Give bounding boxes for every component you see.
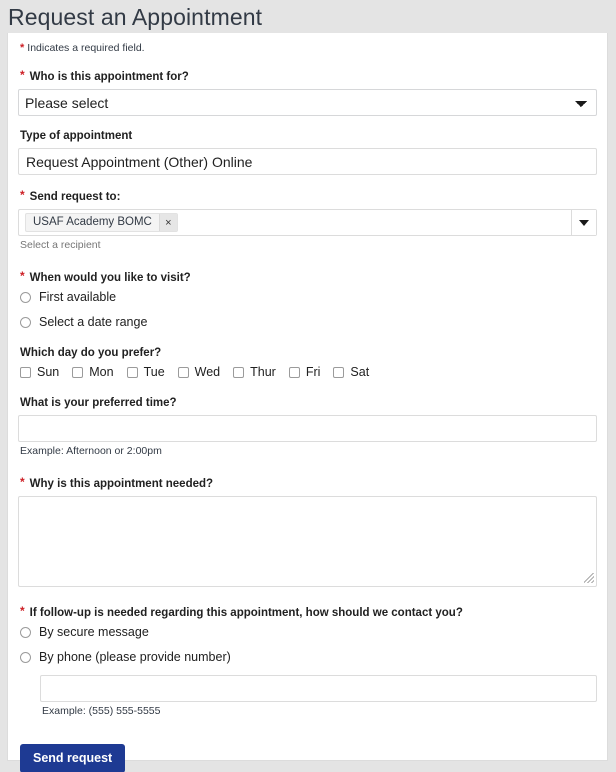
label-text: If follow-up is needed regarding this ap… [29,607,463,619]
checkbox-label[interactable]: Sat [350,365,369,379]
radio-icon[interactable] [20,316,31,328]
checkbox-icon[interactable] [233,366,245,378]
send-request-to-dropdown-toggle[interactable] [571,210,596,235]
label-text: What is your preferred time? [20,397,177,409]
checkbox-fri[interactable]: Fri [288,365,321,379]
field-when-would-you-visit: * When would you like to visit? First ava… [18,269,597,329]
required-asterisk-icon: * [20,188,25,202]
radio-icon[interactable] [20,626,31,638]
send-request-button[interactable]: Send request [20,744,126,772]
radio-icon[interactable] [20,651,31,663]
field-preferred-time: What is your preferred time? Example: Af… [18,396,597,458]
label-type-of-appointment: Type of appointment [20,129,597,143]
radio-label[interactable]: First available [39,290,116,304]
required-field-note-text: Indicates a required field. [27,42,145,54]
page-title: Request an Appointment [8,4,263,30]
checkbox-label[interactable]: Sun [37,365,59,379]
recipient-chip: USAF Academy BOMC × [25,213,178,232]
label-preferred-day: Which day do you prefer? [20,346,597,360]
checkbox-tue[interactable]: Tue [126,365,165,379]
preferred-time-helper-text: Example: Afternoon or 2:00pm [20,445,162,457]
required-asterisk-icon: * [20,42,25,54]
type-of-appointment-input [18,148,597,175]
radio-label[interactable]: By phone (please provide number) [39,650,231,664]
field-type-of-appointment: Type of appointment [18,129,597,175]
checkbox-sun[interactable]: Sun [20,365,59,379]
checkbox-label[interactable]: Tue [144,365,165,379]
label-follow-up-contact: * If follow-up is needed regarding this a… [20,604,597,620]
form-body: * Indicates a required field. * Who is thi… [8,33,607,772]
appointment-reason-textarea-wrap [18,496,597,587]
phone-number-group: Example: (555) 555-5555 [40,675,597,718]
radio-icon[interactable] [20,291,31,303]
caret-down-icon [579,219,589,226]
checkbox-icon[interactable] [177,366,189,378]
checkbox-icon[interactable] [288,366,300,378]
checkbox-icon[interactable] [20,366,31,378]
radio-by-phone[interactable]: By phone (please provide number) [20,650,597,664]
label-appointment-reason: * Why is this appointment needed? [20,475,597,491]
required-asterisk-icon: * [20,269,25,283]
send-request-to-multiselect[interactable]: USAF Academy BOMC × [18,209,597,236]
label-when-would-you-visit: * When would you like to visit? [20,269,597,285]
radio-label[interactable]: Select a date range [39,315,147,329]
field-who-is-appointment-for: * Who is this appointment for? Please sel… [18,68,597,116]
phone-number-input[interactable] [40,675,597,702]
request-form-card: * Indicates a required field. * Who is thi… [7,33,608,772]
checkbox-label[interactable]: Mon [89,365,113,379]
recipient-chip-label: USAF Academy BOMC [33,216,152,228]
checkbox-label[interactable]: Fri [306,365,321,379]
label-text: Why is this appointment needed? [29,478,214,490]
field-follow-up-contact: * If follow-up is needed regarding this a… [18,604,597,718]
required-asterisk-icon: * [20,475,25,489]
checkbox-label[interactable]: Thur [250,365,276,379]
required-asterisk-icon: * [20,604,25,618]
radio-first-available[interactable]: First available [20,290,597,304]
checkbox-icon[interactable] [72,366,84,378]
who-is-appointment-for-select[interactable]: Please select [18,89,597,116]
label-text: Send request to: [29,191,121,203]
label-preferred-time: What is your preferred time? [20,396,597,410]
label-who-is-appointment-for: * Who is this appointment for? [20,68,597,84]
radio-by-secure-message[interactable]: By secure message [20,625,597,639]
preferred-day-checkbox-group: Sun Mon Tue Wed Thur Fri Sat [20,365,597,379]
remove-recipient-icon[interactable]: × [158,214,177,231]
appointment-reason-textarea[interactable] [18,496,597,587]
checkbox-wed[interactable]: Wed [177,365,220,379]
label-text: When would you like to visit? [29,272,191,284]
checkbox-icon[interactable] [333,366,345,378]
label-text: Which day do you prefer? [20,347,162,359]
appointment-request-page: Request an Appointment * Indicates a requ… [0,0,616,772]
send-request-to-helper-text: Select a recipient [20,239,101,251]
field-preferred-day: Which day do you prefer? Sun Mon Tue Wed… [18,346,597,379]
field-send-request-to: * Send request to: USAF Academy BOMC × Se… [18,188,597,252]
checkbox-mon[interactable]: Mon [72,365,114,379]
label-text: Who is this appointment for? [29,71,189,83]
required-field-note: * Indicates a required field. [20,42,597,54]
checkbox-thur[interactable]: Thur [233,365,276,379]
radio-select-date-range[interactable]: Select a date range [20,315,597,329]
label-send-request-to: * Send request to: [20,188,597,204]
radio-label[interactable]: By secure message [39,625,149,639]
checkbox-sat[interactable]: Sat [333,365,369,379]
checkbox-icon[interactable] [126,366,138,378]
label-text: Type of appointment [20,130,133,142]
checkbox-label[interactable]: Wed [195,365,220,379]
field-appointment-reason: * Why is this appointment needed? [18,475,597,587]
phone-number-helper-text: Example: (555) 555-5555 [42,705,161,717]
preferred-time-input[interactable] [18,415,597,442]
required-asterisk-icon: * [20,68,25,82]
